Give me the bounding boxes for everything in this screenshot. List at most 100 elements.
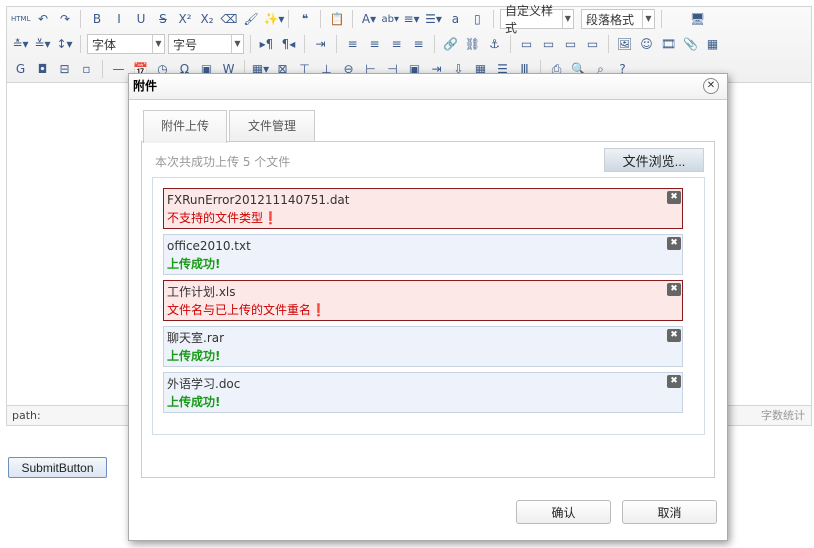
subscript-icon[interactable]: X₂ (197, 10, 216, 29)
paste-plain-icon[interactable]: 📋 (327, 10, 346, 29)
tab-attachment-upload[interactable]: 附件上传 (143, 110, 227, 143)
ordered-list-icon[interactable]: ≡▾ (402, 10, 421, 29)
google-map-icon[interactable]: G (11, 60, 30, 79)
file-name: 聊天室.rar (167, 331, 225, 345)
file-status: 上传成功! (167, 395, 221, 409)
attachment-icon[interactable]: 📎 (681, 35, 700, 54)
separator (608, 35, 609, 53)
select-all-icon[interactable]: a (446, 10, 465, 29)
submit-button[interactable]: SubmitButton (8, 457, 107, 478)
underline-icon[interactable]: U (131, 10, 150, 29)
word-count: 字数统计 (761, 409, 805, 422)
justify-center-icon[interactable]: ≡ (365, 35, 384, 54)
paragraph-format-select[interactable]: 段落格式 ▼ (580, 9, 655, 29)
separator (80, 35, 81, 53)
separator (250, 35, 251, 53)
toolbar-row-1: HTML ↶ ↷ B I U S̶ X² X₂ ⌫ 🖌 ✨▾ ❝ 📋 A▾ ab▾ ≡▾ ☰▾ a ▯ 自定义样式 ▼ … (11, 4, 811, 35)
insert-frame-icon[interactable]: ◘ (33, 60, 52, 79)
line-height-icon[interactable]: ↕▾ (55, 35, 74, 54)
bold-icon[interactable]: B (87, 10, 106, 29)
emotion-icon[interactable]: ☺ (637, 35, 656, 54)
image-left-icon[interactable]: ▭ (539, 35, 558, 54)
file-status: 上传成功! (167, 349, 221, 363)
delete-icon[interactable]: ✖ (667, 191, 681, 204)
html-source-icon[interactable]: HTML (11, 10, 30, 29)
tab-file-management[interactable]: 文件管理 (229, 110, 315, 142)
custom-style-select[interactable]: 自定义样式 ▼ (499, 4, 574, 35)
file-status: 文件名与已上传的文件重名❗ (167, 303, 326, 317)
font-family-select[interactable]: 字体 ▼ (87, 34, 165, 54)
ltr-icon[interactable]: ▸¶ (257, 35, 276, 54)
file-item: 外语学习.doc 上传成功! ✖ (163, 372, 683, 413)
eraser-icon[interactable]: ⌫ (219, 10, 238, 29)
chevron-down-icon: ▼ (231, 35, 243, 53)
image-none-icon[interactable]: ▭ (517, 35, 536, 54)
superscript-icon[interactable]: X² (175, 10, 194, 29)
toolbar-row-2: ≛▾ ≚▾ ↕▾ 字体 ▼ 字号 ▼ ▸¶ ¶◂ ⇥ ≡ ≡ ≡ ≡ 🔗 ⛓ ⚓ ▭ ▭ ▭ ▭ 🖼 ☺ 🎞 📎 ▦ (11, 33, 722, 55)
separator (510, 35, 511, 53)
redo-icon[interactable]: ↷ (55, 10, 74, 29)
separator (434, 35, 435, 53)
attachment-dialog: 附件 ✕ 附件上传 文件管理 本次共成功上传 5 个文件 文件浏览... FXR… (128, 73, 728, 541)
editor-toolbar: HTML ↶ ↷ B I U S̶ X² X₂ ⌫ 🖌 ✨▾ ❝ 📋 A▾ ab▾ ≡▾ ☰▾ a ▯ 自定义样式 ▼ … (7, 4, 811, 83)
page-break-icon[interactable]: ⊟ (55, 60, 74, 79)
chevron-down-icon: ▼ (561, 10, 573, 28)
delete-icon[interactable]: ✖ (667, 237, 681, 250)
chevron-down-icon: ▼ (641, 10, 654, 28)
undo-icon[interactable]: ↶ (33, 10, 52, 29)
delete-icon[interactable]: ✖ (667, 283, 681, 296)
horizontal-icon[interactable]: — (109, 60, 128, 79)
file-name: office2010.txt (167, 239, 251, 253)
browse-files-button[interactable]: 文件浏览... (604, 148, 704, 172)
strikethrough-icon[interactable]: S̶ (153, 10, 172, 29)
file-name: 外语学习.doc (167, 377, 241, 391)
cancel-button[interactable]: 取消 (622, 500, 717, 524)
rtl-icon[interactable]: ¶◂ (279, 35, 298, 54)
row-spacing-top-icon[interactable]: ≛▾ (11, 35, 30, 54)
file-status: 上传成功! (167, 257, 221, 271)
font-size-select[interactable]: 字号 ▼ (168, 34, 244, 54)
close-icon[interactable]: ✕ (703, 78, 719, 94)
justify-left-icon[interactable]: ≡ (343, 35, 362, 54)
justify-right-icon[interactable]: ≡ (387, 35, 406, 54)
indent-icon[interactable]: ⇥ (311, 35, 330, 54)
confirm-button[interactable]: 确认 (516, 500, 611, 524)
font-color-icon[interactable]: A▾ (359, 10, 378, 29)
chevron-down-icon: ▼ (152, 35, 164, 53)
insert-image-icon[interactable]: 🖼 (615, 35, 634, 54)
delete-icon[interactable]: ✖ (667, 329, 681, 342)
separator (80, 10, 82, 28)
file-item: FXRunError201211140751.dat 不支持的文件类型❗ ✖ (163, 188, 683, 229)
file-status: 不支持的文件类型❗ (167, 211, 278, 225)
separator (492, 10, 494, 28)
upload-panel: 本次共成功上传 5 个文件 文件浏览... FXRunError20121114… (141, 141, 715, 478)
image-right-icon[interactable]: ▭ (561, 35, 580, 54)
highlight-icon[interactable]: ab▾ (381, 10, 399, 29)
auto-typeset-icon[interactable]: ✨▾ (263, 10, 284, 29)
separator (102, 60, 103, 78)
row-spacing-bottom-icon[interactable]: ≚▾ (33, 35, 52, 54)
italic-icon[interactable]: I (109, 10, 128, 29)
separator (288, 10, 290, 28)
unordered-list-icon[interactable]: ☰▾ (424, 10, 443, 29)
separator (304, 35, 305, 53)
blockquote-icon[interactable]: ❝ (295, 10, 314, 29)
file-item: 工作计划.xls 文件名与已上传的文件重名❗ ✖ (163, 280, 683, 321)
file-name: FXRunError201211140751.dat (167, 193, 350, 207)
dialog-title: 附件 (129, 74, 727, 100)
video-icon[interactable]: 🎞 (659, 35, 678, 54)
anchor-icon[interactable]: ⚓ (485, 35, 504, 54)
template-icon[interactable]: ▫ (77, 60, 96, 79)
image-center-icon[interactable]: ▭ (583, 35, 602, 54)
delete-icon[interactable]: ✖ (667, 375, 681, 388)
format-brush-icon[interactable]: 🖌 (241, 10, 260, 29)
separator (352, 10, 354, 28)
justify-full-icon[interactable]: ≡ (409, 35, 428, 54)
link-icon[interactable]: 🔗 (441, 35, 460, 54)
clear-doc-icon[interactable]: ▯ (468, 10, 487, 29)
file-name: 工作计划.xls (167, 285, 236, 299)
fullscreen-icon[interactable]: 🖥 (688, 10, 707, 29)
unlink-icon[interactable]: ⛓ (463, 35, 482, 54)
font-size-value: 字号 (173, 37, 198, 52)
map-icon[interactable]: ▦ (703, 35, 722, 54)
